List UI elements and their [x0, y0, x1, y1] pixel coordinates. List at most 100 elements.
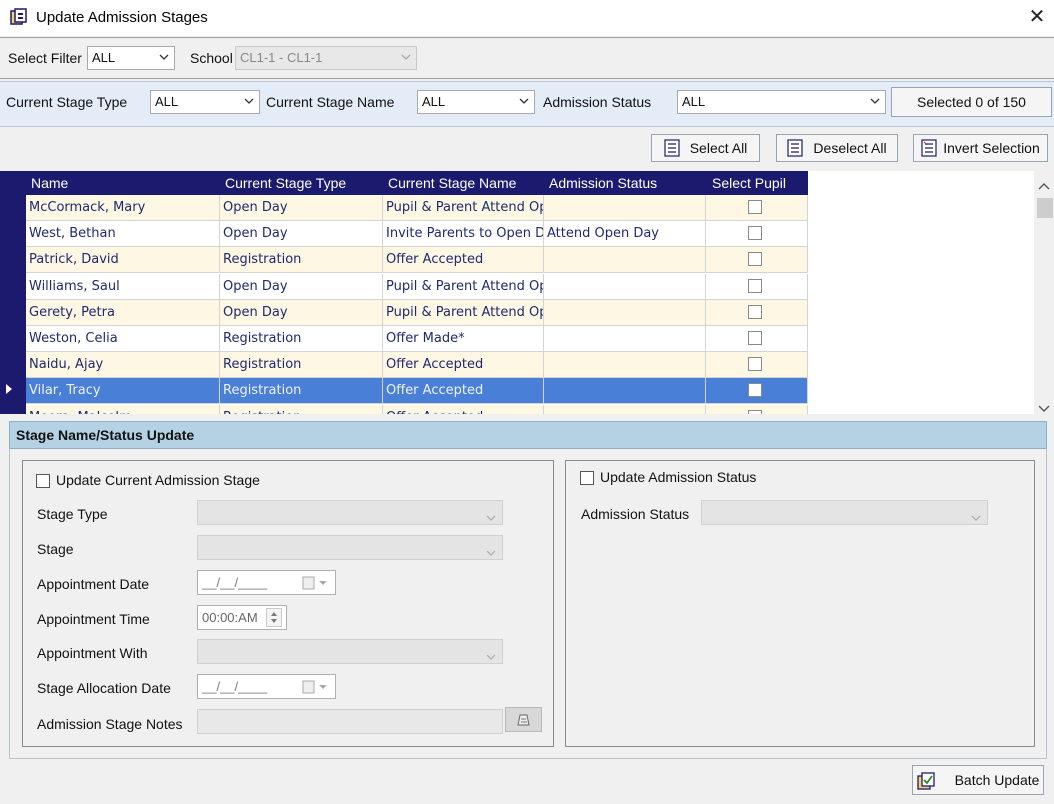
scroll-down-icon[interactable]: [1038, 400, 1050, 416]
appointment-date-picker[interactable]: __/__/____: [197, 570, 336, 595]
admission-status-dropdown[interactable]: [701, 500, 988, 525]
cell-select-pupil: [706, 352, 808, 379]
table-row[interactable]: Patrick, David Registration Offer Accepted: [26, 247, 808, 274]
appointment-date-label: Appointment Date: [37, 576, 150, 592]
select-pupil-checkbox[interactable]: [748, 226, 762, 241]
grid-header: Name Current Stage Type Current Stage Na…: [0, 171, 808, 195]
close-icon[interactable]: ✕: [1026, 6, 1048, 28]
cell-status: [544, 326, 706, 352]
deselect-all-button[interactable]: Deselect All: [776, 134, 898, 162]
table-row[interactable]: Moore, MalcolmRegistrationOffer Accepted: [26, 404, 808, 414]
table-row[interactable]: Weston, Celia Registration Offer Made*: [26, 326, 808, 352]
calendar-icon[interactable]: [302, 576, 330, 593]
select-all-button[interactable]: Select All: [651, 134, 760, 162]
update-stage-checkbox[interactable]: [36, 474, 50, 488]
cell-select-pupil: [706, 378, 808, 405]
stage-type-label: Stage Type: [37, 506, 108, 522]
school-label: School: [190, 50, 233, 66]
admission-stage-notes-input[interactable]: [197, 709, 503, 734]
current-stage-name-dropdown[interactable]: ALL: [417, 90, 535, 114]
appointment-time-label: Appointment Time: [37, 611, 150, 627]
select-pupil-checkbox[interactable]: [748, 357, 762, 372]
current-stage-type-dropdown[interactable]: ALL: [150, 90, 260, 114]
stage-allocation-date-value: __/__/____: [202, 679, 268, 694]
school-dropdown: CL1-1 - CL1-1: [235, 46, 417, 70]
cell-stage-name: Offer Accepted: [383, 404, 544, 414]
cell-name: McCormack, Mary: [26, 195, 220, 221]
stage-allocation-date-picker[interactable]: __/__/____: [197, 674, 336, 699]
cell-stage-name: Offer Made*: [383, 326, 544, 352]
appointment-time-spinner[interactable]: 00:00:AM: [197, 605, 287, 630]
select-pupil-checkbox[interactable]: [748, 331, 762, 345]
table-row[interactable]: McCormack, Mary Open Day Pupil & Parent At…: [26, 195, 808, 221]
scroll-up-icon[interactable]: [1038, 177, 1050, 193]
admission-status-filter-dropdown[interactable]: ALL: [677, 90, 886, 114]
scroll-thumb[interactable]: [1037, 198, 1053, 218]
cell-name: Moore, Malcolm: [26, 404, 220, 414]
select-pupil-checkbox[interactable]: [748, 304, 762, 319]
cell-select-pupil: [706, 299, 808, 326]
stage-type-dropdown[interactable]: [197, 500, 503, 525]
select-pupil-checkbox[interactable]: [748, 409, 762, 414]
invert-selection-label: Invert Selection: [943, 140, 1040, 156]
cell-status: [544, 247, 706, 274]
chevron-down-icon: [486, 509, 496, 525]
calendar-icon[interactable]: [302, 680, 330, 697]
cell-select-pupil: [706, 195, 808, 221]
select-pupil-checkbox[interactable]: [748, 200, 762, 214]
batch-update-button[interactable]: Batch Update: [912, 765, 1044, 795]
chevron-down-icon: [159, 52, 169, 62]
select-filter-value: ALL: [92, 50, 116, 65]
cell-stage-name: Pupil & Parent Attend Op: [383, 299, 544, 326]
table-row[interactable]: Gerety, Petra Open Day Pupil & Parent Atte…: [26, 299, 808, 326]
column-header-stage-name[interactable]: Current Stage Name: [388, 175, 516, 191]
column-header-select-pupil[interactable]: Select Pupil: [712, 175, 786, 191]
column-header-admission-status[interactable]: Admission Status: [549, 175, 657, 191]
selected-count-label: Selected 0 of 150: [917, 94, 1026, 110]
notepad-icon: [516, 712, 532, 731]
cell-status: [544, 404, 706, 414]
chevron-down-icon: [870, 96, 880, 106]
cell-stage-type: Registration: [220, 326, 383, 352]
cell-stage-name: Offer Accepted: [383, 247, 544, 274]
cell-name: Patrick, David: [26, 247, 220, 274]
batch-update-label: Batch Update: [954, 772, 1040, 788]
update-stage-label: Update Current Admission Stage: [56, 472, 260, 488]
chevron-down-icon: [486, 648, 496, 664]
select-pupil-checkbox[interactable]: [748, 252, 762, 267]
cell-stage-type: Registration: [220, 247, 383, 274]
table-row[interactable]: Vilar, Tracy Registration Offer Accepted: [26, 378, 808, 405]
table-row[interactable]: West, Bethan Open Day Invite Parents to Op…: [26, 221, 808, 248]
select-pupil-checkbox[interactable]: [748, 278, 762, 293]
update-panel-title: Stage Name/Status Update: [9, 421, 1047, 449]
notes-edit-button[interactable]: [505, 707, 542, 732]
select-pupil-checkbox[interactable]: [748, 383, 762, 398]
cell-name: Vilar, Tracy: [26, 378, 220, 405]
spinner-icon[interactable]: [266, 608, 282, 627]
update-status-checkbox[interactable]: [580, 471, 594, 485]
cell-stage-name: Pupil & Parent Attend Op: [383, 195, 544, 221]
admission-status-filter-label: Admission Status: [543, 94, 652, 110]
invert-selection-button[interactable]: Invert Selection: [913, 134, 1048, 162]
table-row[interactable]: Naidu, Ajay Registration Offer Accepted: [26, 352, 808, 379]
window-title: Update Admission Stages: [36, 9, 208, 26]
appointment-with-dropdown[interactable]: [197, 639, 503, 664]
select-filter-label: Select Filter: [8, 50, 82, 66]
select-filter-dropdown[interactable]: ALL: [87, 46, 175, 70]
appointment-time-value: 00:00:AM: [202, 610, 258, 625]
cell-select-pupil: [706, 221, 808, 248]
column-header-name[interactable]: Name: [31, 175, 68, 191]
cell-stage-name: Invite Parents to Open D: [383, 221, 544, 248]
table-row[interactable]: Williams, Saul Open Day Pupil & Parent Att…: [26, 273, 808, 300]
list-icon: [787, 139, 804, 157]
cell-stage-type: Registration: [220, 352, 383, 379]
selected-count-button[interactable]: Selected 0 of 150: [891, 87, 1052, 117]
current-stage-name-value: ALL: [422, 94, 446, 109]
stage-label: Stage: [37, 541, 74, 557]
stage-dropdown[interactable]: [197, 535, 503, 560]
cell-select-pupil: [706, 326, 808, 352]
cell-status: [544, 352, 706, 379]
app-icon: [10, 8, 28, 26]
select-all-label: Select All: [689, 140, 748, 156]
column-header-stage-type[interactable]: Current Stage Type: [225, 175, 346, 191]
